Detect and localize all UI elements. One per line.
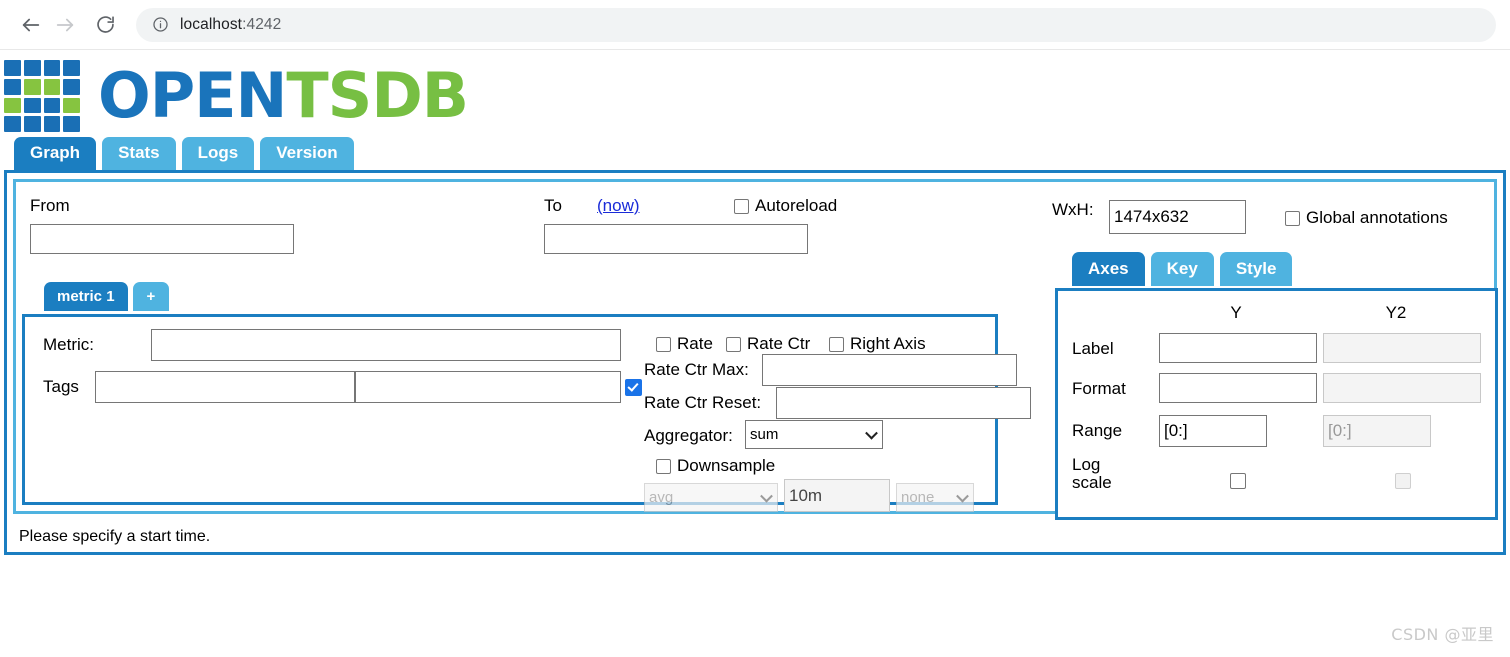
y-logscale-checkbox[interactable] [1230, 473, 1246, 489]
rate-ctr-checkbox-row[interactable]: Rate Ctr [726, 334, 810, 354]
downsample-interval-input[interactable] [784, 479, 890, 512]
global-annotations-label: Global annotations [1306, 208, 1448, 227]
y-range-input[interactable] [1159, 415, 1267, 447]
global-annotations-row[interactable]: Global annotations [1285, 208, 1448, 228]
rate-checkbox-row[interactable]: Rate [656, 334, 713, 354]
now-link[interactable]: (now) [597, 196, 640, 216]
axes-row-format-label: Format [1072, 379, 1126, 398]
axes-row-label-label: Label [1072, 339, 1114, 358]
downsample-fn-select[interactable]: avg [644, 483, 778, 512]
back-icon[interactable] [14, 8, 48, 42]
aggregator-select[interactable]: sum [745, 420, 883, 449]
aggregator-select-wrap[interactable]: sum [745, 420, 883, 449]
axes-tabbar: Axes Key Style [1072, 252, 1293, 286]
downsample-checkbox-row[interactable]: Downsample [656, 456, 775, 476]
info-circle-icon[interactable] [152, 16, 169, 33]
downsample-fill-select[interactable]: none [896, 483, 974, 512]
metric-tabbar: metric 1 + [44, 282, 170, 311]
downsample-checkbox[interactable] [656, 458, 671, 474]
autoreload-checkbox[interactable] [734, 198, 749, 214]
tab-logs[interactable]: Logs [181, 137, 255, 170]
autoreload-label: Autoreload [755, 196, 838, 215]
axes-row-range-label: Range [1072, 421, 1123, 440]
tab-style[interactable]: Style [1219, 252, 1293, 286]
to-input[interactable] [544, 224, 808, 254]
aggregator-label: Aggregator: [644, 426, 733, 445]
axes-panel: Y Y2 Label Format Range Log scale [1055, 288, 1498, 520]
main-tabbar: Graph Stats Logs Version [0, 134, 1510, 170]
rate-ctr-max-label: Rate Ctr Max: [644, 360, 749, 379]
axes-row-logscale-line1: Log [1072, 455, 1101, 474]
rate-ctr-label: Rate Ctr [747, 334, 811, 353]
tab-axes[interactable]: Axes [1072, 252, 1145, 286]
add-metric-tab-button[interactable]: + [132, 282, 170, 311]
y2-logscale-checkbox[interactable] [1395, 473, 1411, 489]
tags-label: Tags [43, 377, 79, 396]
global-annotations-checkbox[interactable] [1285, 210, 1300, 226]
wxh-row: WxH: [1052, 200, 1094, 220]
logo-wordmark: OPENTSDB [98, 65, 469, 127]
rate-ctr-max-input[interactable] [762, 354, 1017, 386]
watermark: CSDN @亚里 [1391, 625, 1494, 644]
opentsdb-logo: OPENTSDB [0, 50, 1510, 134]
tab-stats[interactable]: Stats [102, 137, 176, 170]
wxh-label: WxH: [1052, 200, 1094, 219]
wxh-input[interactable] [1109, 200, 1246, 234]
tab-version[interactable]: Version [260, 137, 354, 170]
autoreload-checkbox-row[interactable]: Autoreload [734, 196, 837, 216]
y2-format-input[interactable] [1323, 373, 1481, 403]
forward-icon[interactable] [48, 8, 82, 42]
downsample-label: Downsample [677, 456, 776, 475]
tab-graph[interactable]: Graph [14, 137, 97, 170]
axes-row-logscale-line2: scale [1072, 472, 1112, 492]
axes-col-y-header: Y [1230, 303, 1242, 322]
from-label: From [30, 196, 70, 215]
axes-col-y2-header: Y2 [1385, 303, 1407, 322]
reload-icon[interactable] [88, 8, 122, 42]
url-text: localhost:4242 [180, 16, 281, 34]
logo-tsdb-text: TSDB [286, 59, 469, 132]
metric-label: Metric: [43, 335, 94, 354]
rate-ctr-checkbox[interactable] [726, 336, 741, 352]
url-port: :4242 [242, 15, 282, 33]
rate-ctr-reset-label: Rate Ctr Reset: [644, 393, 762, 412]
y-label-input[interactable] [1159, 333, 1317, 363]
downsample-fn-select-wrap[interactable]: avg [644, 483, 778, 512]
right-axis-label: Right Axis [850, 334, 926, 353]
tag-key-input[interactable] [95, 371, 355, 403]
address-bar[interactable]: localhost:4242 [136, 7, 1496, 42]
axes-row-logscale-label: Log scale [1072, 456, 1112, 492]
from-input[interactable] [30, 224, 294, 254]
status-message: Please specify a start time. [19, 528, 211, 545]
browser-toolbar: localhost:4242 [0, 0, 1510, 50]
logo-grid-icon [4, 60, 80, 132]
y2-label-input[interactable] [1323, 333, 1481, 363]
rate-ctr-reset-input[interactable] [776, 387, 1031, 419]
tag-group-by-checkbox[interactable] [625, 379, 642, 396]
metric-tab-1[interactable]: metric 1 [44, 282, 128, 311]
tab-key[interactable]: Key [1150, 252, 1214, 286]
y-format-input[interactable] [1159, 373, 1317, 403]
metric-input[interactable] [151, 329, 621, 361]
right-axis-checkbox-row[interactable]: Right Axis [829, 334, 926, 354]
url-host: localhost [180, 15, 243, 33]
rate-checkbox[interactable] [656, 336, 671, 352]
right-axis-checkbox[interactable] [829, 336, 844, 352]
logo-open-text: OPEN [98, 59, 287, 132]
to-label: To [544, 196, 562, 215]
y2-range-input[interactable] [1323, 415, 1431, 447]
tag-value-input[interactable] [355, 371, 621, 403]
rate-label: Rate [677, 334, 713, 353]
downsample-fill-select-wrap[interactable]: none [896, 483, 974, 512]
